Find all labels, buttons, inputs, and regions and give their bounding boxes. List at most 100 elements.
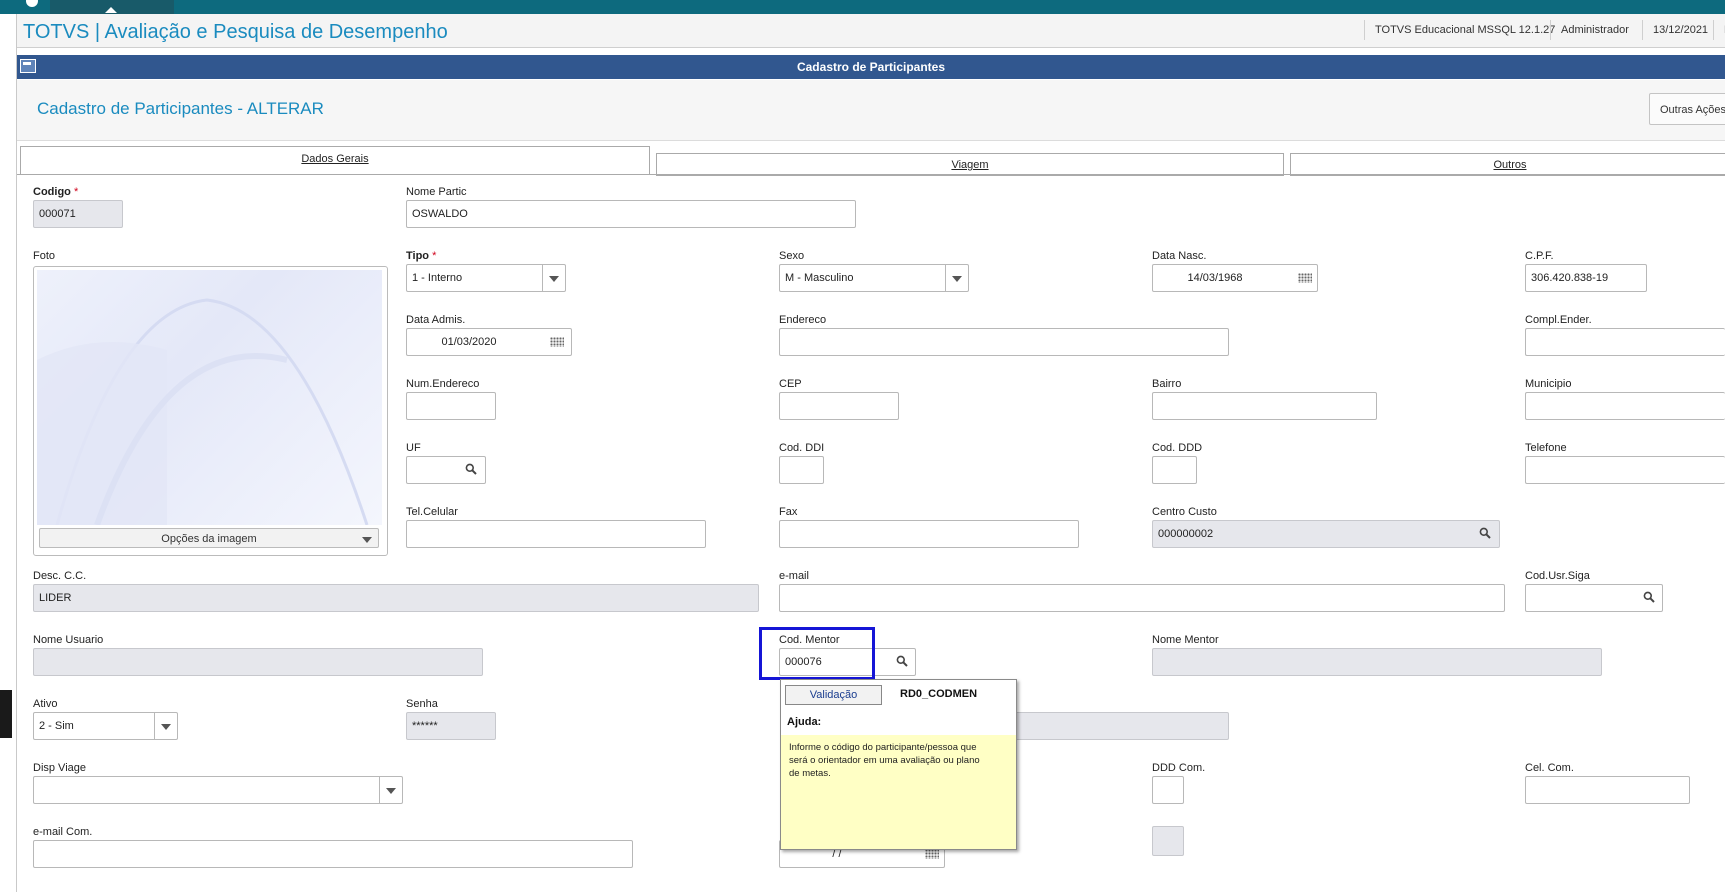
photo-panel: Opções da imagem xyxy=(33,266,388,556)
ativo-select[interactable]: 2 - Sim xyxy=(33,712,178,740)
tooltip-field-name: RD0_CODMEN xyxy=(900,688,978,700)
side-marker xyxy=(0,690,12,738)
uf-field[interactable] xyxy=(406,456,486,484)
data-nasc-label: Data Nasc. xyxy=(1152,250,1207,262)
email-field[interactable] xyxy=(779,584,1505,612)
tooltip-header: Validação RD0_CODMEN Ajuda: xyxy=(781,680,1016,735)
image-options-dropdown[interactable]: Opções da imagem xyxy=(39,528,379,548)
left-side-strip xyxy=(0,14,17,892)
bairro-label: Bairro xyxy=(1152,378,1182,390)
telefone-label: Telefone xyxy=(1525,442,1567,454)
senha-label: Senha xyxy=(406,698,438,710)
municipio-field[interactable] xyxy=(1525,392,1725,420)
user-name: Administrador xyxy=(1550,20,1629,40)
tooltip-help-title: Ajuda: xyxy=(787,716,822,728)
validacao-button[interactable]: Validação xyxy=(785,685,882,705)
nome-partic-field[interactable]: OSWALDO xyxy=(406,200,856,228)
fax-label: Fax xyxy=(779,506,798,518)
window-menu-icon[interactable] xyxy=(26,0,38,7)
data-nasc-field[interactable]: 14/03/1968 xyxy=(1152,264,1318,292)
nome-usuario-label: Nome Usuario xyxy=(33,634,104,646)
search-icon[interactable] xyxy=(896,655,908,667)
calendar-icon[interactable] xyxy=(925,849,939,859)
email-com-label: e-mail Com. xyxy=(33,826,93,838)
tipo-label: Tipo * xyxy=(406,250,437,262)
nome-mentor-field[interactable] xyxy=(1152,648,1602,676)
centro-custo-value: 000000002 xyxy=(1158,528,1214,540)
sexo-select[interactable]: M - Masculino xyxy=(779,264,969,292)
system-info: TOTVS Educacional MSSQL 12.1.27 xyxy=(1364,20,1555,40)
search-icon[interactable] xyxy=(465,463,477,475)
tab-caret-icon xyxy=(105,7,117,13)
tab-outros[interactable]: Outros xyxy=(1290,153,1725,176)
senha-field[interactable]: ****** xyxy=(406,712,496,740)
tab-dados-gerais[interactable]: Dados Gerais xyxy=(20,146,650,174)
num-endereco-field[interactable] xyxy=(406,392,496,420)
email-label: e-mail xyxy=(779,570,809,582)
centro-custo-label: Centro Custo xyxy=(1152,506,1217,518)
compl-ender-field[interactable] xyxy=(1525,328,1725,356)
dropdown-arrow-icon xyxy=(362,537,372,543)
nome-mentor-label: Nome Mentor xyxy=(1152,634,1219,646)
checkbox-field[interactable] xyxy=(1152,826,1184,856)
cod-usr-siga-label: Cod.Usr.Siga xyxy=(1525,570,1590,582)
readonly-field-hidden-label xyxy=(1000,712,1229,740)
image-options-label: Opções da imagem xyxy=(161,533,257,545)
ativo-label: Ativo xyxy=(33,698,58,710)
nome-partic-label: Nome Partic xyxy=(406,186,467,198)
disp-viage-label: Disp Viage xyxy=(33,762,86,774)
tel-celular-field[interactable] xyxy=(406,520,706,548)
disp-viage-select[interactable] xyxy=(33,776,403,804)
cep-field[interactable] xyxy=(779,392,899,420)
tab-viagem[interactable]: Viagem xyxy=(656,153,1284,176)
municipio-label: Municipio xyxy=(1525,378,1572,390)
dropdown-arrow-icon[interactable] xyxy=(154,713,177,739)
uf-label: UF xyxy=(406,442,421,454)
search-icon[interactable] xyxy=(1479,527,1491,539)
codigo-field[interactable]: 000071 xyxy=(33,200,123,228)
cpf-field[interactable]: 306.420.838-19 xyxy=(1525,264,1647,292)
bairro-field[interactable] xyxy=(1152,392,1377,420)
data-admis-label: Data Admis. xyxy=(406,314,466,326)
ddd-com-field[interactable] xyxy=(1152,776,1184,804)
compl-ender-label: Compl.Ender. xyxy=(1525,314,1592,326)
cod-ddi-label: Cod. DDI xyxy=(779,442,825,454)
codigo-label: Codigo * xyxy=(33,186,79,198)
endereco-field[interactable] xyxy=(779,328,1229,356)
session-date: 13/12/2021 xyxy=(1642,20,1708,40)
data-admis-value: 01/03/2020 xyxy=(441,336,497,348)
cod-ddi-field[interactable] xyxy=(779,456,824,484)
dropdown-arrow-icon[interactable] xyxy=(379,777,402,803)
dropdown-arrow-icon[interactable] xyxy=(945,265,968,291)
top-window-bar xyxy=(0,0,1725,14)
search-icon[interactable] xyxy=(1643,591,1655,603)
fax-field[interactable] xyxy=(779,520,1079,548)
photo-placeholder-graphic xyxy=(37,298,369,527)
tipo-select[interactable]: 1 - Interno xyxy=(406,264,566,292)
ativo-value: 2 - Sim xyxy=(39,720,74,732)
header-extra: F xyxy=(1713,20,1725,40)
photo-image[interactable] xyxy=(37,270,382,527)
sexo-label: Sexo xyxy=(779,250,805,262)
centro-custo-field[interactable]: 000000002 xyxy=(1152,520,1500,548)
tooltip-help-text: Informe o código do participante/pessoa … xyxy=(789,742,980,779)
calendar-icon[interactable] xyxy=(1298,273,1312,283)
telefone-field[interactable] xyxy=(1525,456,1725,484)
app-header: TOTVS | Avaliação e Pesquisa de Desempen… xyxy=(17,14,1725,48)
tab-label: Dados Gerais xyxy=(301,153,369,165)
data-admis-field[interactable]: 01/03/2020 xyxy=(406,328,572,356)
other-actions-button[interactable]: Outras Ações xyxy=(1649,93,1725,125)
sexo-value: M - Masculino xyxy=(785,272,854,284)
cod-usr-siga-field[interactable] xyxy=(1525,584,1663,612)
email-com-field[interactable] xyxy=(33,840,633,868)
cel-com-field[interactable] xyxy=(1525,776,1690,804)
cod-ddd-field[interactable] xyxy=(1152,456,1197,484)
desc-cc-field[interactable]: LIDER xyxy=(33,584,759,612)
app-title: TOTVS | Avaliação e Pesquisa de Desempen… xyxy=(23,21,448,43)
tipo-value: 1 - Interno xyxy=(412,272,463,284)
nome-usuario-field[interactable] xyxy=(33,648,483,676)
calendar-icon[interactable] xyxy=(550,337,564,347)
dropdown-arrow-icon[interactable] xyxy=(542,265,565,291)
dialog-title: Cadastro de Participantes xyxy=(796,60,946,74)
ddd-com-label: DDD Com. xyxy=(1152,762,1206,774)
